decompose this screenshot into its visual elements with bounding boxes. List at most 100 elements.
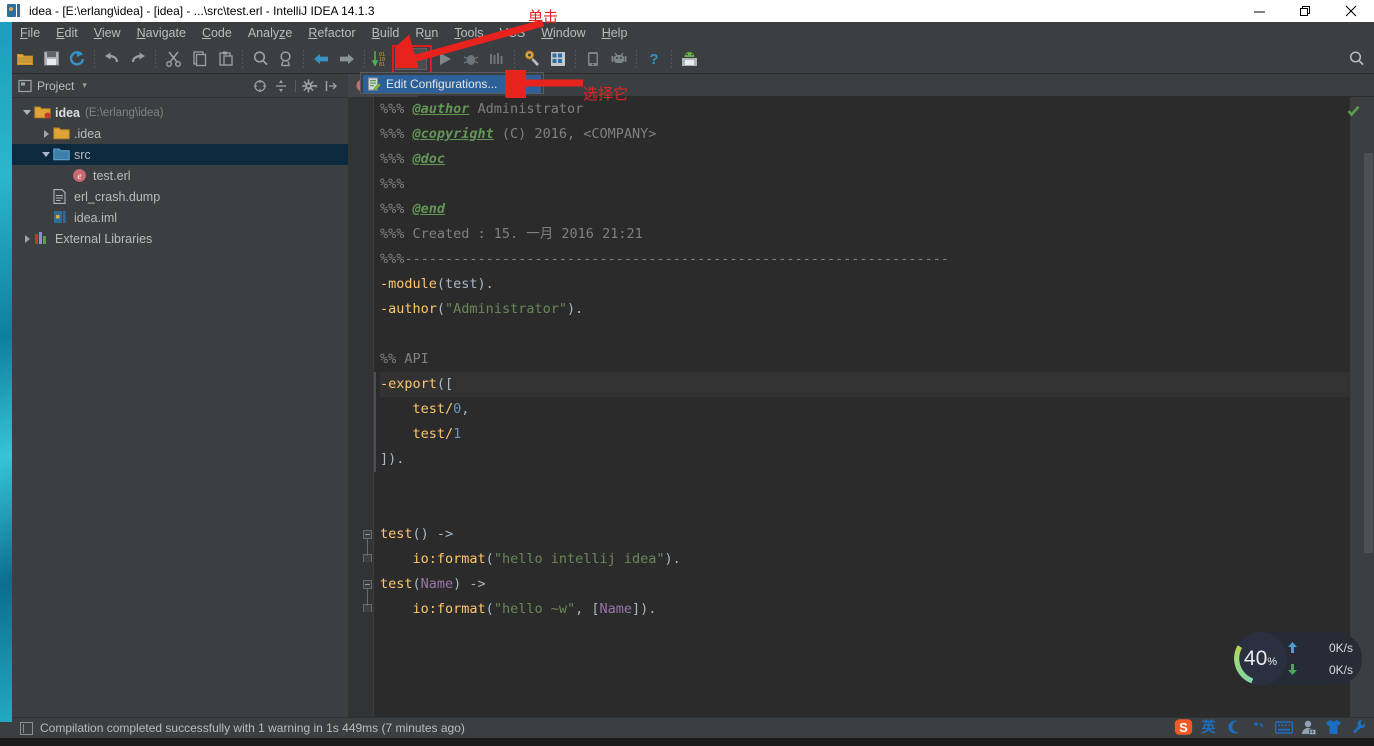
- paste-icon[interactable]: [213, 47, 237, 71]
- punctuation-icon[interactable]: [1249, 718, 1268, 737]
- code-line[interactable]: %%% Created : 15. 一月 2016 21:21: [380, 222, 1350, 247]
- save-all-icon[interactable]: [39, 47, 63, 71]
- code-line[interactable]: test/0,: [380, 397, 1350, 422]
- network-speed-widget[interactable]: 40% 0K/s 0K/s: [1234, 632, 1362, 685]
- sogou-ime-toolbar[interactable]: S 英 13: [1170, 714, 1372, 740]
- code-line[interactable]: test() ->: [380, 522, 1350, 547]
- synchronize-icon[interactable]: [65, 47, 89, 71]
- code-fold-end-icon[interactable]: [348, 597, 374, 622]
- code-fold-end-icon[interactable]: [348, 547, 374, 572]
- tree-node-external-libraries[interactable]: External Libraries: [12, 228, 348, 249]
- tree-node-idea-iml[interactable]: idea.iml: [12, 207, 348, 228]
- code-line[interactable]: -export([: [380, 372, 1350, 397]
- editor-marker-bar[interactable]: [1347, 97, 1362, 717]
- chevron-down-icon[interactable]: ▾: [82, 80, 87, 91]
- tree-node-test-erl[interactable]: e test.erl: [12, 165, 348, 186]
- code-line[interactable]: %%%: [380, 172, 1350, 197]
- code-line[interactable]: ]).: [380, 447, 1350, 472]
- user-profile-icon[interactable]: 13: [1299, 718, 1318, 737]
- find-icon[interactable]: [248, 47, 272, 71]
- chevron-right-icon[interactable]: [39, 129, 53, 138]
- open-project-icon[interactable]: [13, 47, 37, 71]
- search-everywhere-icon[interactable]: [1344, 47, 1368, 71]
- chevron-down-icon[interactable]: [39, 152, 53, 157]
- back-icon[interactable]: [309, 47, 333, 71]
- project-tree[interactable]: idea (E:\erlang\idea) .idea src e test.erl erl…: [12, 98, 348, 717]
- editor-gutter[interactable]: [348, 97, 374, 717]
- desktop-taskbar-strip: [0, 738, 1374, 746]
- code-line[interactable]: test(Name) ->: [380, 572, 1350, 597]
- code-fold-collapse-icon[interactable]: [348, 522, 374, 547]
- code-line[interactable]: %%% @end: [380, 197, 1350, 222]
- menu-refactor[interactable]: Refactor: [300, 24, 363, 43]
- menu-item-edit-configurations[interactable]: Edit Configurations...: [363, 75, 541, 93]
- code-fold-collapse-icon[interactable]: [348, 572, 374, 597]
- code-token-punct: () ->: [412, 526, 454, 542]
- run-icon[interactable]: [433, 47, 457, 71]
- undo-icon[interactable]: [100, 47, 124, 71]
- redo-icon[interactable]: [126, 47, 150, 71]
- menu-file[interactable]: File: [12, 24, 48, 43]
- close-icon[interactable]: [1328, 0, 1374, 22]
- chinese-english-toggle-icon[interactable]: 英: [1199, 718, 1218, 737]
- copy-icon[interactable]: [187, 47, 211, 71]
- code-line[interactable]: %%% @copyright (C) 2016, <COMPANY>: [380, 122, 1350, 147]
- moon-icon[interactable]: [1224, 718, 1243, 737]
- scroll-to-source-icon[interactable]: [272, 77, 290, 95]
- code-line[interactable]: [380, 472, 1350, 497]
- code-line[interactable]: [380, 322, 1350, 347]
- code-line[interactable]: %%%-------------------------------------…: [380, 247, 1350, 272]
- code-line[interactable]: %% API: [380, 347, 1350, 372]
- soft-keyboard-icon[interactable]: [1274, 718, 1293, 737]
- editor-scrollbar[interactable]: [1362, 97, 1374, 717]
- menu-code[interactable]: Code: [194, 24, 240, 43]
- code-line[interactable]: -author("Administrator").: [380, 297, 1350, 322]
- expand-collapse-icon[interactable]: [251, 77, 269, 95]
- compile-icon[interactable]: 01 10 01: [370, 47, 394, 71]
- menu-view[interactable]: View: [86, 24, 129, 43]
- sogou-logo-icon[interactable]: S: [1174, 718, 1193, 737]
- code-line[interactable]: %%% @doc: [380, 147, 1350, 172]
- minimize-icon[interactable]: [1236, 0, 1282, 22]
- run-configurations-dropdown[interactable]: [392, 44, 432, 75]
- project-structure-icon[interactable]: [520, 47, 544, 71]
- scrollbar-thumb[interactable]: [1364, 153, 1373, 553]
- forward-icon[interactable]: [335, 47, 359, 71]
- menu-vcs[interactable]: VCS: [492, 24, 534, 43]
- code-content[interactable]: %%% @author Administrator%%% @copyright …: [374, 97, 1350, 717]
- android-monitor-icon[interactable]: [677, 47, 701, 71]
- code-line[interactable]: io:format("hello intellij idea").: [380, 547, 1350, 572]
- maximize-icon[interactable]: [1282, 0, 1328, 22]
- help-icon[interactable]: ?: [642, 47, 666, 71]
- toolbox-icon[interactable]: [1349, 718, 1368, 737]
- chevron-down-icon[interactable]: [20, 110, 34, 115]
- code-line[interactable]: test/1: [380, 422, 1350, 447]
- menu-analyze[interactable]: Analyze: [240, 24, 300, 43]
- replace-icon[interactable]: [274, 47, 298, 71]
- code-line[interactable]: -module(test).: [380, 272, 1350, 297]
- menu-navigate[interactable]: Navigate: [129, 24, 194, 43]
- tree-node--idea[interactable]: .idea: [12, 123, 348, 144]
- code-line[interactable]: %%% @author Administrator: [380, 97, 1350, 122]
- sdk-manager-icon[interactable]: [607, 47, 631, 71]
- status-toggle-icon[interactable]: [20, 721, 33, 735]
- menu-edit[interactable]: Edit: [48, 24, 86, 43]
- tree-node-src[interactable]: src: [12, 144, 348, 165]
- menu-build[interactable]: Build: [364, 24, 408, 43]
- skin-icon[interactable]: [1324, 718, 1343, 737]
- hide-panel-icon[interactable]: [322, 77, 340, 95]
- menu-run[interactable]: Run: [407, 24, 446, 43]
- tree-node-idea[interactable]: idea (E:\erlang\idea): [12, 102, 348, 123]
- menu-tools[interactable]: Tools: [446, 24, 491, 43]
- settings-icon[interactable]: [546, 47, 570, 71]
- cut-icon[interactable]: [161, 47, 185, 71]
- debug-icon[interactable]: [459, 47, 483, 71]
- code-line[interactable]: io:format("hello ~w", [Name]).: [380, 597, 1350, 622]
- avd-manager-icon[interactable]: [581, 47, 605, 71]
- coverage-icon[interactable]: [485, 47, 509, 71]
- menu-help[interactable]: Help: [594, 24, 636, 43]
- chevron-right-icon[interactable]: [20, 234, 34, 243]
- tree-node-erl-crash-dump[interactable]: erl_crash.dump: [12, 186, 348, 207]
- code-line[interactable]: [380, 497, 1350, 522]
- settings-gear-icon[interactable]: [301, 77, 319, 95]
